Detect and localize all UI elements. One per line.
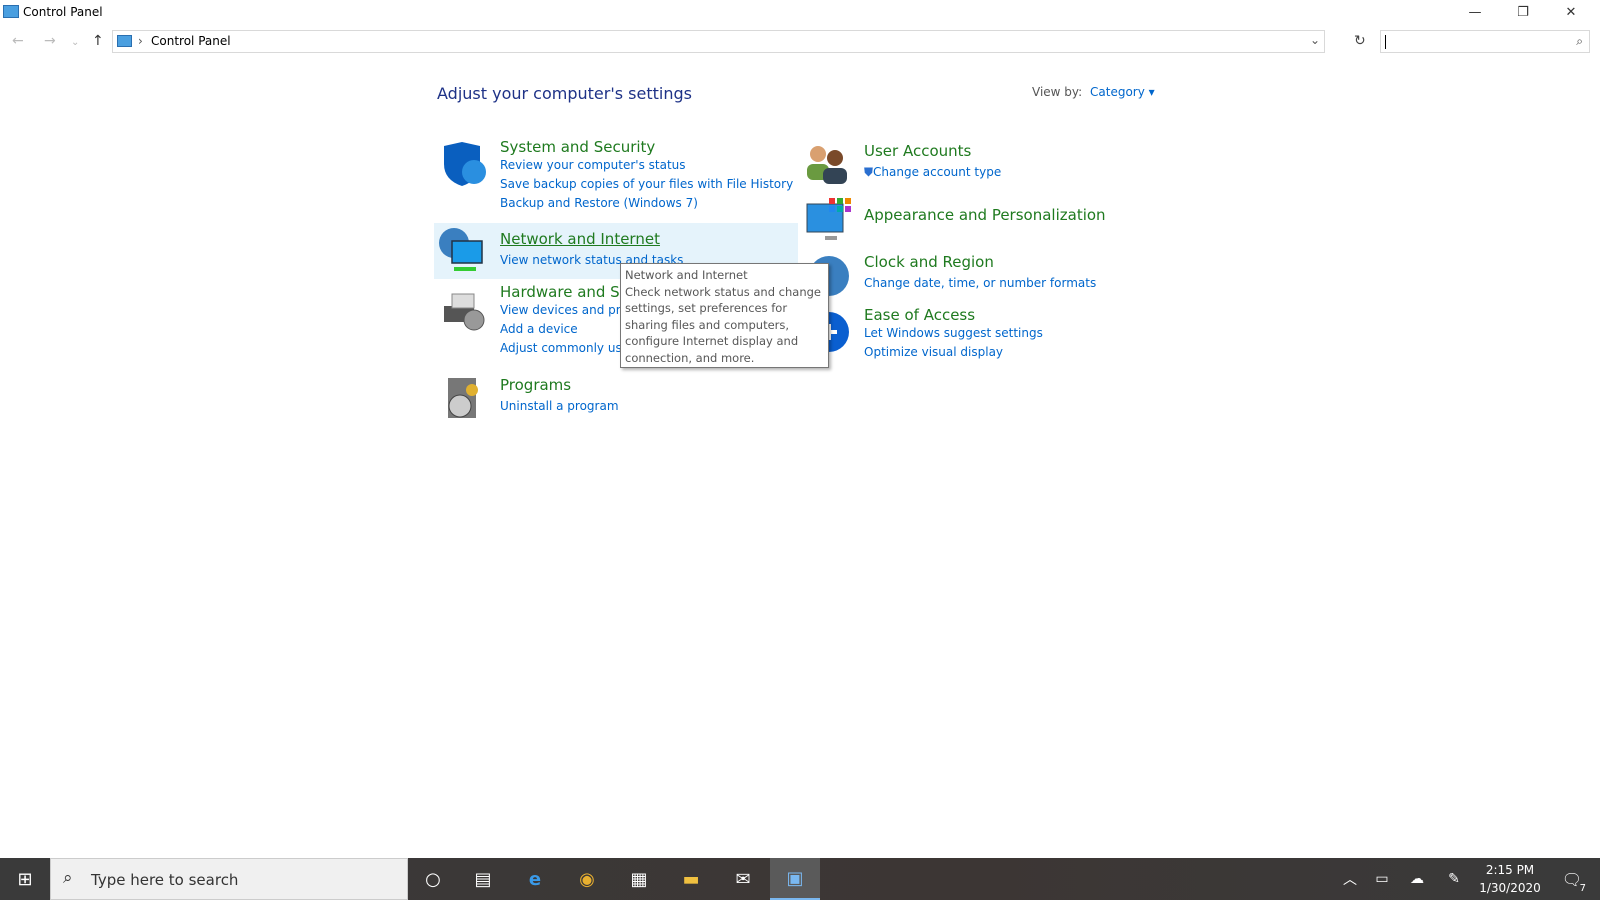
printer-icon [444,293,485,331]
link-label: Change account type [873,165,1002,179]
category-system-and-security[interactable]: System and Security [500,138,793,156]
clock[interactable]: 2:15 PM 1/30/2020 [1468,861,1552,897]
chrome-icon[interactable]: ◉ [562,858,612,900]
category-ease-of-access[interactable]: Ease of Access [864,306,1043,324]
title-bar: Control Panel — ❐ ✕ [0,0,1600,26]
link-uninstall-program[interactable]: Uninstall a program [500,397,619,416]
forward-arrow-icon[interactable]: → [44,33,56,49]
minimize-button[interactable]: — [1452,2,1498,24]
search-icon: ⌕ [63,868,73,888]
view-by-dropdown[interactable]: Category ▾ [1090,85,1155,99]
view-by-label: View by: [1032,85,1083,99]
taskbar: ⊞ ⌕ Type here to search ○ ▤ e ◉ ▦ ▬ ✉ ▣ … [0,858,1600,900]
link-change-account-type[interactable]: ⛊Change account type [864,163,1001,182]
link-review-status[interactable]: Review your computer's status [500,156,793,175]
search-icon[interactable]: ⌕ [1576,34,1583,49]
restore-button[interactable]: ❐ [1500,2,1546,24]
users-icon [807,146,847,184]
task-view-icon[interactable]: ▤ [458,858,508,900]
notifications-icon[interactable]: 🗨 7 [1548,858,1596,900]
appearance-icon [806,198,851,240]
uac-shield-icon: ⛊ [864,165,874,179]
category-appearance[interactable]: Appearance and Personalization [864,206,1106,224]
control-panel-taskbar-icon[interactable]: ▣ [770,858,820,900]
close-button[interactable]: ✕ [1548,2,1594,24]
page-title: Adjust your computer's settings [437,84,692,103]
link-optimize-display[interactable]: Optimize visual display [864,343,1043,362]
chevron-down-icon[interactable]: ⌄ [1310,33,1320,47]
tooltip-body: Check network status and change settings… [625,284,821,365]
notification-count: 7 [1579,883,1586,894]
tooltip: Network and Internet Check network statu… [620,263,829,368]
time: 2:15 PM [1485,863,1535,877]
back-arrow-icon[interactable]: ← [12,33,24,49]
link-backup-restore[interactable]: Backup and Restore (Windows 7) [500,194,793,213]
taskbar-search-input[interactable]: ⌕ Type here to search [50,858,408,900]
file-explorer-icon[interactable]: ▬ [666,858,716,900]
link-date-time-formats[interactable]: Change date, time, or number formats [864,274,1096,293]
cortana-icon[interactable]: ○ [408,858,458,900]
programs-icon [448,378,478,418]
network-icon [439,228,483,271]
up-arrow-icon[interactable]: ↑ [92,33,104,49]
link-file-history[interactable]: Save backup copies of your files with Fi… [500,175,793,194]
view-by-value: Category [1090,85,1145,99]
search-input[interactable]: ⌕ [1380,30,1590,53]
category-clock-and-region[interactable]: Clock and Region [864,253,1096,271]
control-panel-icon [117,35,132,47]
link-suggest-settings[interactable]: Let Windows suggest settings [864,324,1043,343]
store-icon[interactable]: ▦ [614,858,664,900]
breadcrumb[interactable]: Control Panel [151,34,231,48]
category-user-accounts[interactable]: User Accounts [864,142,1001,160]
mail-icon[interactable]: ✉ [718,858,768,900]
window-title: Control Panel [23,5,103,19]
refresh-icon[interactable]: ↻ [1354,33,1366,49]
shield-icon [444,142,486,186]
address-bar[interactable]: › Control Panel ⌄ [112,30,1325,53]
date: 1/30/2020 [1479,881,1541,895]
tooltip-title: Network and Internet [625,268,748,282]
category-network-and-internet[interactable]: Network and Internet [500,230,683,248]
taskbar-search-placeholder: Type here to search [91,871,239,889]
edge-icon[interactable]: e [510,858,560,900]
control-panel-icon [3,5,19,18]
category-programs[interactable]: Programs [500,376,619,394]
chevron-right-icon[interactable]: › [138,34,143,48]
start-windows-icon[interactable]: ⊞ [0,858,50,900]
recent-chevron-icon[interactable]: ⌄ [71,37,79,48]
